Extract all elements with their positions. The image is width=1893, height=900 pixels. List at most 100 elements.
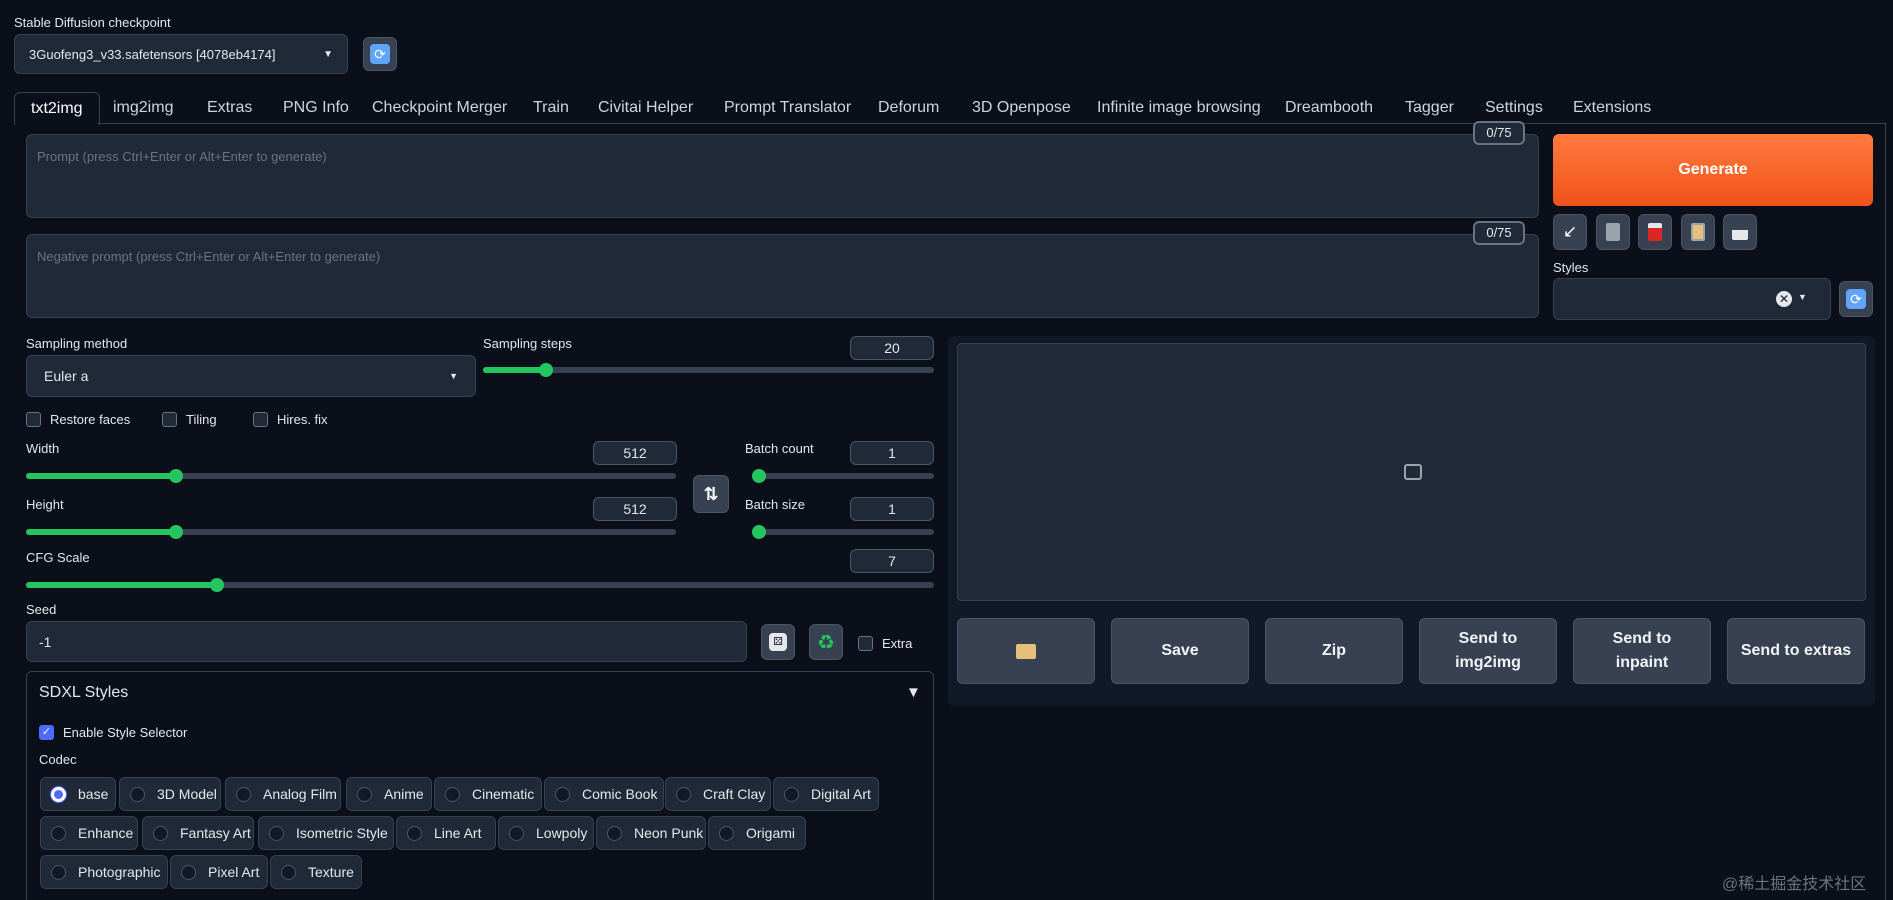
checkbox-box[interactable] — [26, 412, 41, 427]
radio-dot[interactable] — [407, 825, 422, 841]
radio-dot[interactable] — [357, 786, 372, 802]
height-slider[interactable] — [26, 525, 676, 539]
tab-extras[interactable]: Extras — [191, 92, 268, 124]
show-extra-networks-button[interactable] — [1638, 214, 1672, 250]
style-radio-photographic[interactable]: Photographic — [40, 855, 168, 889]
tab-img2img[interactable]: img2img — [97, 92, 189, 124]
width-number[interactable]: 512 — [593, 441, 677, 465]
checkbox-box[interactable] — [858, 636, 873, 651]
tab-settings[interactable]: Settings — [1469, 92, 1559, 124]
slider-thumb[interactable] — [539, 363, 554, 377]
batch-size-slider[interactable] — [752, 525, 934, 539]
tab-civitai-helper[interactable]: Civitai Helper — [582, 92, 709, 124]
cfg-scale-slider[interactable] — [26, 578, 934, 592]
open-folder-button[interactable] — [957, 618, 1095, 684]
slider-thumb[interactable] — [752, 469, 766, 483]
radio-dot[interactable] — [445, 786, 460, 802]
tab-3d-openpose[interactable]: 3D Openpose — [956, 92, 1087, 124]
collapse-triangle-icon[interactable]: ▼ — [906, 684, 921, 701]
styles-dropdown[interactable]: ✕ ▼ — [1553, 278, 1831, 320]
sampling-steps-slider[interactable] — [483, 363, 934, 377]
tab-deforum[interactable]: Deforum — [862, 92, 955, 124]
negative-prompt-input[interactable]: Negative prompt (press Ctrl+Enter or Alt… — [26, 234, 1539, 318]
style-radio-craft-clay[interactable]: Craft Clay — [665, 777, 771, 811]
sdxl-styles-title[interactable]: SDXL Styles — [39, 684, 128, 702]
style-radio-digital-art[interactable]: Digital Art — [773, 777, 879, 811]
style-radio-analog-film[interactable]: Analog Film — [225, 777, 341, 811]
radio-dot[interactable] — [236, 786, 251, 802]
slider-thumb[interactable] — [168, 469, 183, 483]
enable-style-selector-checkbox[interactable]: ✓ Enable Style Selector — [39, 725, 187, 740]
style-radio-cinematic[interactable]: Cinematic — [434, 777, 542, 811]
style-radio-pixel-art[interactable]: Pixel Art — [170, 855, 268, 889]
radio-dot[interactable] — [784, 786, 799, 802]
tab-infinite-image-browsing[interactable]: Infinite image browsing — [1081, 92, 1277, 124]
slider-thumb[interactable] — [168, 525, 183, 539]
radio-dot[interactable] — [181, 864, 196, 880]
clear-prompt-button[interactable] — [1596, 214, 1630, 250]
slider-thumb[interactable] — [752, 525, 766, 539]
send-to-img2img-button[interactable]: Send to img2img — [1419, 618, 1557, 684]
style-radio-fantasy-art[interactable]: Fantasy Art — [142, 816, 254, 850]
refresh-checkpoint-button[interactable]: ⟳ — [363, 37, 397, 71]
radio-dot[interactable] — [555, 786, 570, 802]
radio-dot[interactable] — [509, 825, 524, 841]
read-params-button[interactable]: ↙ — [1553, 214, 1587, 250]
cfg-scale-number[interactable]: 7 — [850, 549, 934, 573]
tab-tagger[interactable]: Tagger — [1389, 92, 1470, 124]
radio-dot[interactable] — [130, 786, 145, 802]
restore-faces-checkbox[interactable]: Restore faces — [26, 412, 130, 427]
send-to-inpaint-button[interactable]: Send to inpaint — [1573, 618, 1711, 684]
style-radio-isometric-style[interactable]: Isometric Style — [258, 816, 394, 850]
style-radio-line-art[interactable]: Line Art — [396, 816, 496, 850]
tab-train[interactable]: Train — [517, 92, 585, 124]
batch-size-number[interactable]: 1 — [850, 497, 934, 521]
batch-count-slider[interactable] — [752, 469, 934, 483]
tab-txt2img[interactable]: txt2img — [14, 92, 100, 125]
reuse-seed-button[interactable]: ♻ — [809, 624, 843, 660]
radio-dot[interactable] — [153, 825, 168, 841]
radio-dot[interactable] — [281, 864, 296, 880]
radio-dot[interactable] — [676, 786, 691, 802]
style-radio-lowpoly[interactable]: Lowpoly — [498, 816, 594, 850]
radio-dot[interactable] — [719, 825, 734, 841]
tab-dreambooth[interactable]: Dreambooth — [1269, 92, 1389, 124]
style-radio-enhance[interactable]: Enhance — [40, 816, 138, 850]
save-button[interactable]: Save — [1111, 618, 1249, 684]
apply-style-button[interactable] — [1681, 214, 1715, 250]
radio-dot[interactable] — [607, 825, 622, 841]
checkbox-box[interactable] — [253, 412, 268, 427]
hires-fix-checkbox[interactable]: Hires. fix — [253, 412, 328, 427]
style-radio-3d-model[interactable]: 3D Model — [119, 777, 221, 811]
width-slider[interactable] — [26, 469, 676, 483]
swap-dimensions-button[interactable]: ⇅ — [693, 475, 729, 513]
style-radio-comic-book[interactable]: Comic Book — [544, 777, 664, 811]
checkpoint-dropdown[interactable]: 3Guofeng3_v33.safetensors [4078eb4174] ▼ — [14, 34, 348, 74]
tiling-checkbox[interactable]: Tiling — [162, 412, 217, 427]
zip-button[interactable]: Zip — [1265, 618, 1403, 684]
style-radio-neon-punk[interactable]: Neon Punk — [596, 816, 706, 850]
save-style-button[interactable] — [1723, 214, 1757, 250]
refresh-styles-button[interactable]: ⟳ — [1839, 281, 1873, 317]
send-to-extras-button[interactable]: Send to extras — [1727, 618, 1865, 684]
checkbox-box[interactable] — [162, 412, 177, 427]
sampling-steps-number[interactable]: 20 — [850, 336, 934, 360]
tab-extensions[interactable]: Extensions — [1557, 92, 1667, 124]
seed-input[interactable]: -1 — [26, 621, 747, 662]
extra-seed-checkbox[interactable]: Extra — [858, 636, 912, 651]
checkbox-checked[interactable]: ✓ — [39, 725, 54, 740]
radio-dot[interactable] — [51, 825, 66, 841]
radio-dot[interactable] — [51, 786, 66, 802]
style-radio-anime[interactable]: Anime — [346, 777, 432, 811]
tab-png-info[interactable]: PNG Info — [267, 92, 365, 124]
style-radio-base[interactable]: base — [40, 777, 116, 811]
slider-thumb[interactable] — [209, 578, 224, 592]
style-radio-origami[interactable]: Origami — [708, 816, 806, 850]
batch-count-number[interactable]: 1 — [850, 441, 934, 465]
generate-button[interactable]: Generate — [1553, 134, 1873, 206]
tab-prompt-translator[interactable]: Prompt Translator — [708, 92, 867, 124]
prompt-input[interactable]: Prompt (press Ctrl+Enter or Alt+Enter to… — [26, 134, 1539, 218]
tab-checkpoint-merger[interactable]: Checkpoint Merger — [356, 92, 523, 124]
style-radio-texture[interactable]: Texture — [270, 855, 362, 889]
random-seed-button[interactable]: ⚄ — [761, 624, 795, 660]
